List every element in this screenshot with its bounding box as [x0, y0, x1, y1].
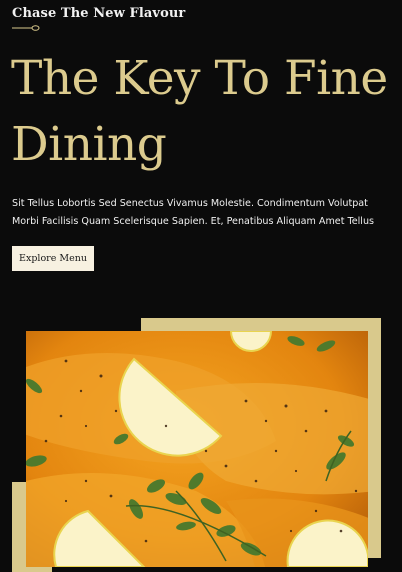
hero-description: Sit Tellus Lobortis Sed Senectus Vivamus… [12, 198, 375, 227]
hero-title-line-1: The Key To Fine [11, 51, 388, 106]
tagline: Chase The New Flavour [12, 6, 186, 21]
explore-menu-button[interactable]: Explore Menu [12, 246, 94, 271]
salmon-dish-image [26, 331, 368, 567]
hero-title-line-2: Dining [11, 117, 167, 172]
spoon-divider-icon [12, 25, 40, 31]
hero-title: The Key To Fine Dining [11, 46, 396, 178]
